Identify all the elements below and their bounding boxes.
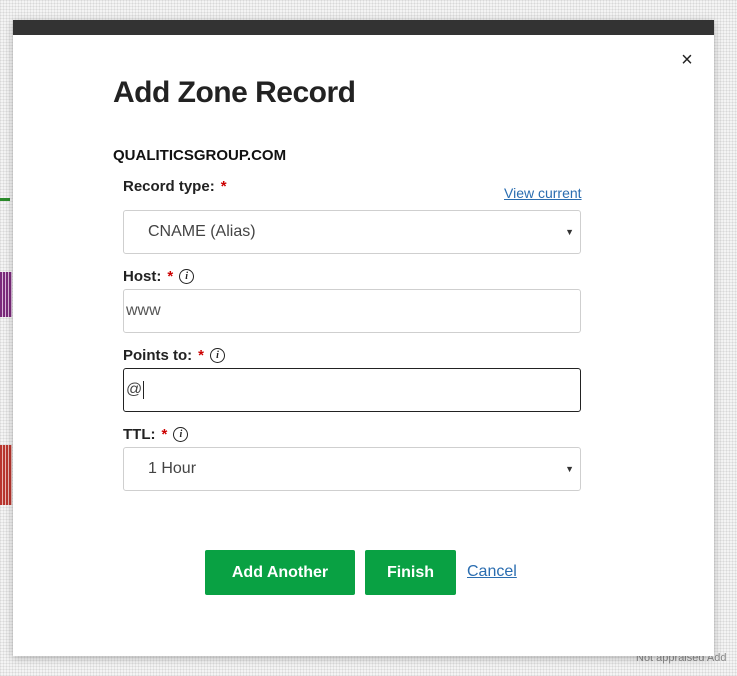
host-label-text: Host: — [123, 268, 162, 285]
background-fragment-purple — [0, 272, 12, 317]
points-to-label: Points to: * i — [123, 347, 225, 364]
ttl-label: TTL: * i — [123, 426, 189, 443]
close-icon[interactable]: × — [677, 50, 697, 70]
ttl-label-text: TTL: — [123, 426, 156, 443]
record-type-value: CNAME (Alias) — [148, 223, 256, 240]
points-to-label-text: Points to: — [123, 347, 193, 364]
points-to-input[interactable]: @ — [123, 368, 581, 412]
info-icon[interactable]: i — [179, 269, 195, 284]
add-another-button[interactable]: Add Another — [205, 550, 355, 595]
dialog-title: Add Zone Record — [113, 76, 356, 109]
record-type-label-text: Record type: — [123, 178, 215, 195]
finish-button[interactable]: Finish — [365, 550, 456, 595]
add-zone-record-dialog: × Add Zone Record QUALITICSGROUP.COM Rec… — [13, 20, 714, 656]
record-type-select[interactable]: CNAME (Alias) ▼ — [123, 210, 581, 254]
host-value: www — [126, 302, 161, 319]
points-to-value: @ — [126, 381, 143, 398]
view-current-link[interactable]: View current — [504, 185, 582, 201]
required-marker: * — [220, 178, 227, 195]
ttl-select[interactable]: 1 Hour ▼ — [123, 447, 581, 491]
cancel-link[interactable]: Cancel — [467, 563, 517, 581]
dialog-top-bar — [13, 20, 714, 35]
host-input[interactable]: www — [123, 289, 581, 333]
chevron-down-icon: ▼ — [565, 227, 574, 237]
background-fragment-red — [0, 445, 12, 505]
host-label: Host: * i — [123, 268, 195, 285]
required-marker: * — [167, 268, 174, 285]
chevron-down-icon: ▼ — [565, 464, 574, 474]
domain-name: QUALITICSGROUP.COM — [113, 147, 287, 164]
ttl-value: 1 Hour — [148, 460, 197, 477]
info-icon[interactable]: i — [210, 348, 225, 363]
required-marker: * — [161, 426, 168, 443]
required-marker: * — [198, 347, 204, 364]
background-fragment-green — [0, 198, 10, 201]
text-cursor — [143, 381, 145, 399]
record-type-label: Record type: * — [123, 178, 227, 195]
info-icon[interactable]: i — [173, 427, 189, 442]
